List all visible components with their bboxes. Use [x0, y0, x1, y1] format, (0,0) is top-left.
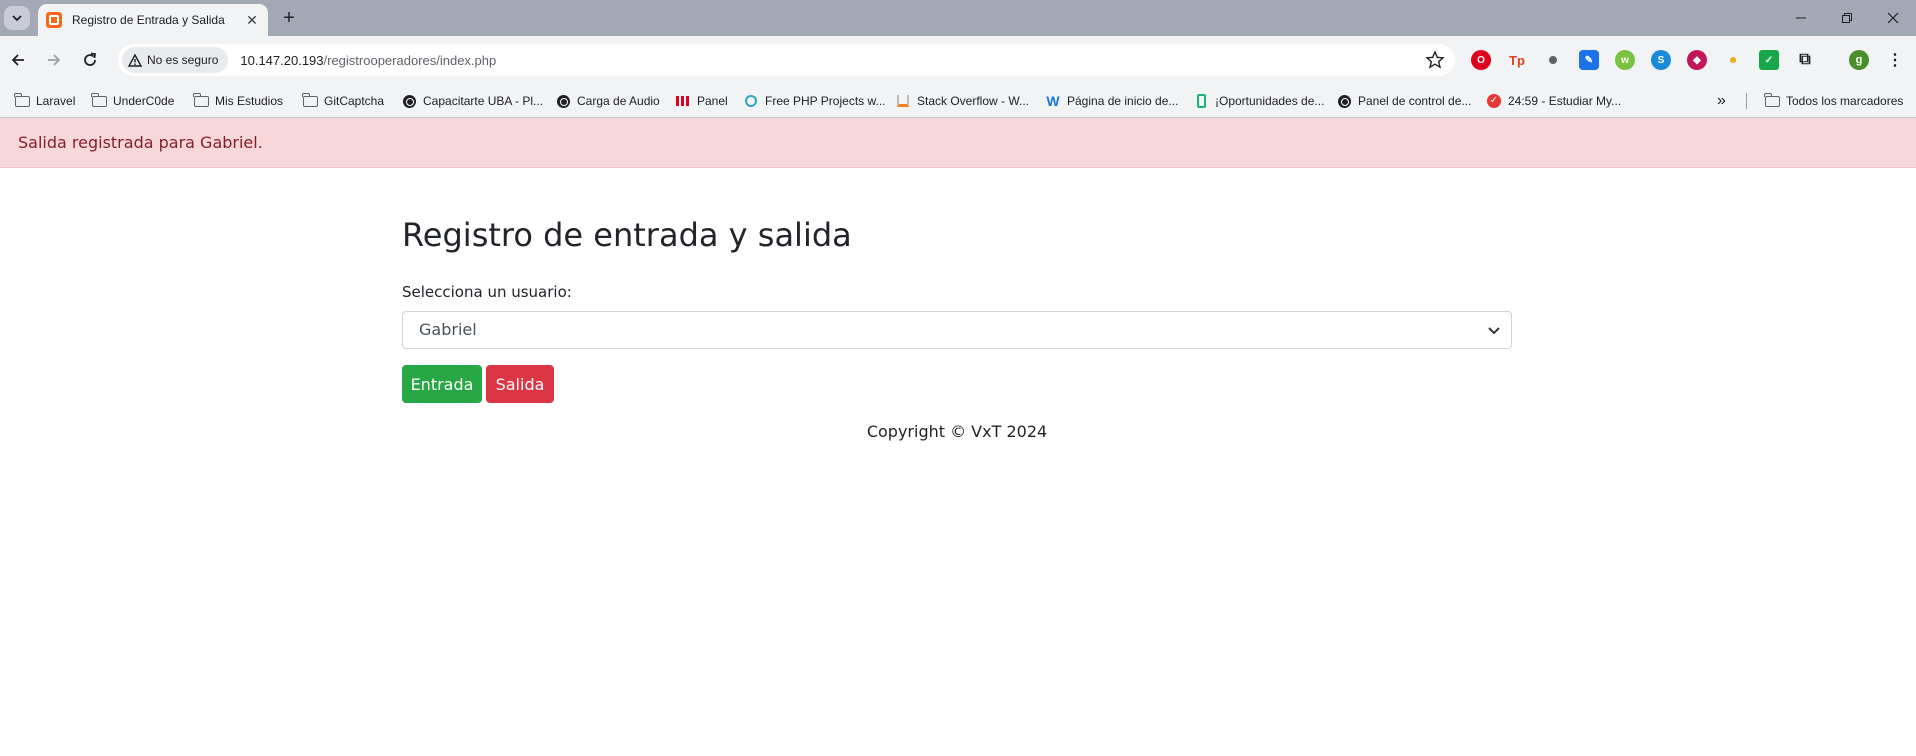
- minimize-icon: [1796, 17, 1806, 19]
- bookmark-star-icon[interactable]: [1425, 50, 1445, 70]
- folder-icon: [302, 92, 318, 108]
- xampp-favicon-icon: [46, 12, 62, 28]
- bookmark-label: Panel: [697, 94, 728, 108]
- folder-icon: [91, 92, 107, 108]
- bookmark-label: Panel de control de...: [1358, 94, 1472, 108]
- person-extension-icon[interactable]: ☻: [1723, 50, 1743, 70]
- tp-extension-icon[interactable]: Tp: [1507, 50, 1527, 70]
- profile-avatar[interactable]: g: [1849, 50, 1869, 70]
- more-bookmarks-chevron-icon[interactable]: »: [1717, 92, 1726, 110]
- stackoverflow-favicon: [895, 94, 911, 108]
- bookmark-item[interactable]: ✓ 24:59 - Estudiar My...: [1486, 92, 1621, 110]
- bookmark-label: Free PHP Projects w...: [765, 94, 886, 108]
- forward-arrow-icon: [48, 54, 61, 66]
- all-bookmarks-label: Todos los marcadores: [1786, 94, 1904, 108]
- bookmark-label: 24:59 - Estudiar My...: [1508, 94, 1622, 108]
- close-icon: [1887, 12, 1899, 24]
- check-extension-icon[interactable]: ✓: [1759, 50, 1779, 70]
- url-host: 10.147.20.193: [240, 52, 324, 68]
- red-extension-icon[interactable]: ◆: [1687, 50, 1707, 70]
- page-content: Salida registrada para Gabriel. Registro…: [0, 118, 1916, 756]
- all-bookmarks-item[interactable]: Todos los marcadores: [1764, 92, 1903, 110]
- restore-button[interactable]: [1824, 0, 1870, 36]
- s-extension-icon[interactable]: S: [1651, 50, 1671, 70]
- bookmark-item[interactable]: ¡Oportunidades de...: [1193, 92, 1324, 110]
- bookmark-item[interactable]: Free PHP Projects w...: [743, 92, 886, 110]
- browser-toolbar: No es seguro 10.147.20.193/registroopera…: [0, 36, 1916, 84]
- opera-extension-icon[interactable]: O: [1471, 50, 1491, 70]
- whatsapp-extension-icon[interactable]: w: [1615, 50, 1635, 70]
- tab-search-button[interactable]: [4, 6, 30, 30]
- back-button[interactable]: [4, 46, 32, 74]
- bookmark-label: Capacitarte UBA - Pl...: [423, 94, 544, 108]
- panel-favicon: [675, 94, 691, 108]
- bookmark-item[interactable]: W Página de inicio de...: [1045, 92, 1178, 110]
- record-extension-icon[interactable]: [1543, 50, 1563, 70]
- globe-icon: [401, 94, 417, 108]
- alert-message: Salida registrada para Gabriel.: [0, 118, 1916, 168]
- folder-icon: [14, 92, 30, 108]
- warning-icon: [128, 53, 142, 67]
- forward-button[interactable]: [40, 46, 68, 74]
- bookmark-label: UnderC0de: [113, 94, 175, 108]
- bookmark-label: Laravel: [36, 94, 76, 108]
- bookmark-item[interactable]: Carga de Audio: [555, 92, 660, 110]
- back-arrow-icon: [11, 54, 24, 66]
- close-tab-icon[interactable]: ✕: [244, 12, 260, 28]
- minimize-button[interactable]: [1778, 0, 1824, 36]
- w-favicon: W: [1046, 93, 1060, 109]
- folder-icon: [193, 92, 209, 108]
- chevron-down-icon: [12, 15, 22, 22]
- bookmarks-divider: [1746, 93, 1747, 109]
- bookmark-item[interactable]: GitCaptcha: [302, 92, 384, 110]
- active-tab[interactable]: Registro de Entrada y Salida ✕: [38, 4, 268, 36]
- url-text[interactable]: 10.147.20.193/registrooperadores/index.p…: [240, 53, 496, 68]
- bookmark-item[interactable]: UnderC0de: [91, 92, 174, 110]
- bookmark-label: Carga de Audio: [577, 94, 660, 108]
- address-bar[interactable]: No es seguro 10.147.20.193/registroopera…: [118, 44, 1455, 76]
- url-path: /registrooperadores/index.php: [323, 52, 497, 68]
- copyright-footer: Copyright © VxT 2024: [866, 422, 1048, 441]
- user-select[interactable]: Gabriel: [402, 311, 1512, 349]
- bookmark-label: Mis Estudios: [215, 94, 284, 108]
- page-title: Registro de entrada y salida: [402, 216, 852, 254]
- folder-icon: [1764, 92, 1780, 108]
- tab-strip: Registro de Entrada y Salida ✕ +: [0, 0, 1916, 36]
- restore-icon: [1842, 13, 1852, 23]
- green-favicon: [1193, 94, 1209, 108]
- security-indicator[interactable]: No es seguro: [122, 47, 229, 73]
- user-select-label: Selecciona un usuario:: [402, 283, 572, 301]
- bookmark-label: Stack Overflow - W...: [917, 94, 1030, 108]
- bookmark-item[interactable]: Panel: [675, 92, 728, 110]
- globe-icon: [555, 94, 571, 108]
- globe-icon: [1336, 94, 1352, 108]
- user-select-value: Gabriel: [419, 320, 477, 339]
- bookmarks-bar: Laravel UnderC0de Mis Estudios GitCaptch…: [0, 84, 1916, 118]
- bookmark-label: GitCaptcha: [324, 94, 385, 108]
- extensions-puzzle-icon[interactable]: ⧉: [1795, 50, 1815, 70]
- entrada-button[interactable]: Entrada: [402, 365, 482, 403]
- close-window-button[interactable]: [1870, 0, 1916, 36]
- reload-icon: [84, 52, 97, 66]
- check-favicon: ✓: [1486, 94, 1502, 108]
- new-tab-button[interactable]: +: [278, 8, 300, 30]
- chevron-down-icon: [1488, 327, 1500, 335]
- tab-title: Registro de Entrada y Salida: [72, 13, 225, 27]
- bookmark-item[interactable]: Mis Estudios: [193, 92, 283, 110]
- reload-button[interactable]: [76, 46, 104, 74]
- salida-button[interactable]: Salida: [486, 365, 554, 403]
- bookmark-label: Página de inicio de...: [1067, 94, 1179, 108]
- bookmark-item[interactable]: Panel de control de...: [1336, 92, 1471, 110]
- bookmark-item[interactable]: Laravel: [14, 92, 75, 110]
- bookmark-item[interactable]: Capacitarte UBA - Pl...: [401, 92, 543, 110]
- bookmark-item[interactable]: Stack Overflow - W...: [895, 92, 1029, 110]
- bookmark-label: ¡Oportunidades de...: [1215, 94, 1325, 108]
- menu-kebab-icon[interactable]: ⋮: [1885, 50, 1905, 70]
- pen-extension-icon[interactable]: ✎: [1579, 50, 1599, 70]
- php-favicon: [743, 94, 759, 108]
- security-label: No es seguro: [147, 53, 219, 67]
